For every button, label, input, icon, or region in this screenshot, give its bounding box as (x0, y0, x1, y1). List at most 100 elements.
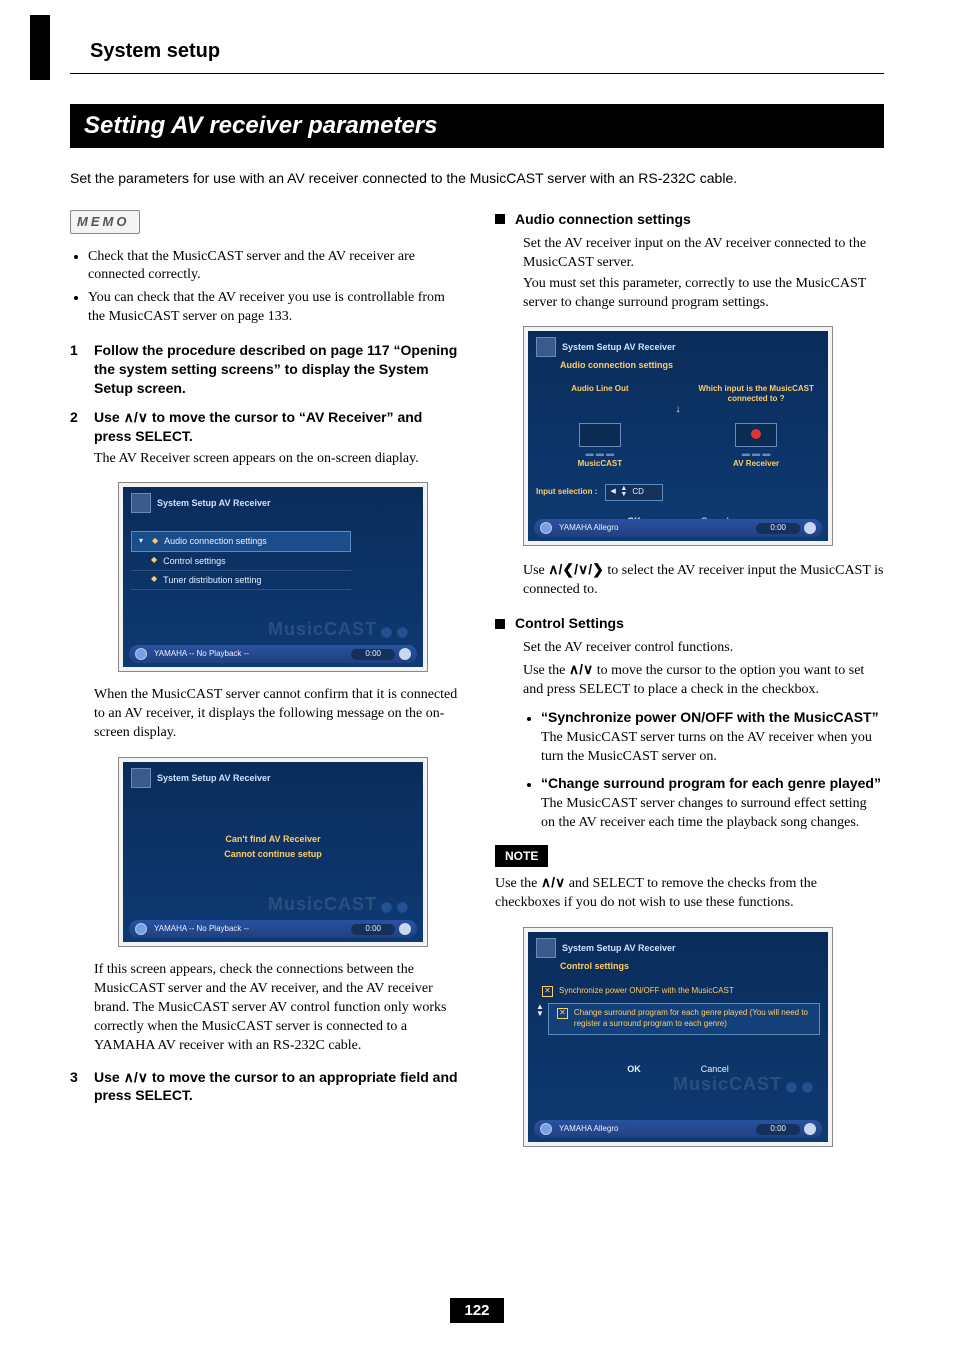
step-number: 1 (70, 341, 94, 398)
diamond-icon: ◆ (151, 555, 157, 566)
watermark: MusicCAST (268, 617, 409, 641)
watermark: MusicCAST (673, 1072, 814, 1096)
between-text: When the MusicCAST server cannot confirm… (94, 686, 459, 743)
breadcrumb-text: System Setup AV Receiver (157, 772, 271, 784)
status-bar: YAMAHA -- No Playback -- 0:00 (129, 645, 417, 663)
page-number: 122 (450, 1298, 503, 1323)
status-time: 0:00 (756, 523, 800, 534)
menu-label: Tuner distribution setting (163, 574, 261, 586)
memo-item: Check that the MusicCAST server and the … (88, 248, 459, 286)
watermark: MusicCAST (268, 892, 409, 916)
ok-button[interactable]: OK (627, 1063, 641, 1075)
screenshot-control-settings: System Setup AV Receiver Control setting… (523, 927, 833, 1147)
arrow-glyph: ∧/∨ (124, 1069, 148, 1085)
breadcrumb-text: System Setup AV Receiver (562, 942, 676, 954)
menu-item-audio-connection[interactable]: ▾ ◆ Audio connection settings (131, 531, 351, 551)
screen-breadcrumb: System Setup AV Receiver (131, 493, 415, 513)
scroll-caret-icon: ▾ (136, 536, 146, 547)
menu-list: ▾ ◆ Audio connection settings ◆ Control … (131, 531, 351, 589)
down-arrow-icon: ↓ (536, 403, 820, 417)
check-row-2-wrap: ▲▼ ✕ Change surround program for each ge… (536, 1003, 820, 1035)
menu-label: Control settings (163, 555, 226, 567)
menu-item-control-settings[interactable]: ◆ Control settings (131, 552, 351, 571)
status-time: 0:00 (351, 649, 395, 660)
note-a: Use the (495, 876, 541, 891)
square-icon (495, 214, 505, 224)
cs-bullet-1: “Synchronize power ON/OFF with the Music… (541, 708, 884, 767)
right-column: Audio connection settings Set the AV rec… (495, 210, 884, 1161)
screen-breadcrumb: System Setup AV Receiver (131, 768, 415, 788)
memo-item: You can check that the AV receiver you u… (88, 289, 459, 327)
menu-item-tuner-dist[interactable]: ◆ Tuner distribution setting (131, 571, 351, 590)
input-selection-row: Input selection : ▲▼ CD (536, 484, 820, 501)
columns: MEMO Check that the MusicCAST server and… (70, 210, 884, 1161)
arrow-glyph: ∧/∨ (569, 661, 593, 677)
arrow-glyph: ∧/∨ (124, 409, 148, 425)
step-number: 2 (70, 408, 94, 1056)
device-musiccast: ▬ ▬ ▬ MusicCAST (536, 423, 664, 471)
cs-title: Control Settings (515, 614, 624, 633)
device-icon (579, 423, 621, 447)
bullet-body: The MusicCAST server changes to surround… (541, 796, 867, 830)
check-row-2[interactable]: ✕ Change surround program for each genre… (548, 1003, 820, 1035)
step-body: Use ∧/∨ to move the cursor to an appropr… (94, 1068, 459, 1106)
input-selection-field[interactable]: ▲▼ CD (605, 484, 663, 501)
side-tab (30, 15, 50, 80)
checkbox-icon[interactable]: ✕ (557, 1008, 568, 1019)
which-input-label: Which input is the MusicCAST connected t… (692, 384, 820, 406)
grip-icon (399, 923, 411, 935)
device-feet: ▬ ▬ ▬ (536, 449, 664, 460)
menu-label: Audio connection settings (164, 535, 267, 547)
cs-body: Set the AV receiver control functions. U… (523, 639, 884, 833)
status-text: YAMAHA Allegro (559, 1124, 618, 1135)
error-message: Can't find AV Receiver Cannot continue s… (123, 832, 423, 861)
check-row-1[interactable]: ✕ Synchronize power ON/OFF with the Musi… (542, 986, 820, 997)
status-icon (135, 923, 147, 935)
bullet-title: “Synchronize power ON/OFF with the Music… (541, 709, 879, 725)
header-rule (70, 73, 884, 74)
screenshot-audio-connection: System Setup AV Receiver Audio connectio… (523, 326, 833, 546)
error-line-1: Can't find AV Receiver (123, 832, 423, 846)
acs-p1: Set the AV receiver input on the AV rece… (523, 235, 884, 273)
step-title-b: to move the cursor to an appropriate fie… (94, 1069, 458, 1104)
arrow-glyph: ∧/❮/∨/❯ (548, 561, 604, 577)
acs-body: Set the AV receiver input on the AV rece… (523, 235, 884, 600)
status-time: 0:00 (351, 924, 395, 935)
acs-p2: You must set this parameter, correctly t… (523, 275, 884, 313)
screenshot-av-receiver-menu: System Setup AV Receiver ▾ ◆ Audio conne… (118, 482, 428, 672)
page-title: Setting AV receiver parameters (70, 104, 884, 148)
cs-heading: Control Settings (495, 614, 884, 633)
memo-list: Check that the MusicCAST server and the … (70, 248, 459, 328)
cs-bullets: “Synchronize power ON/OFF with the Music… (523, 708, 884, 833)
diamond-icon: ◆ (152, 536, 158, 547)
device-caption: MusicCAST (536, 459, 664, 470)
step-title: Follow the procedure described on page 1… (94, 341, 459, 398)
bullet-body: The MusicCAST server turns on the AV rec… (541, 730, 872, 764)
grip-icon (804, 522, 816, 534)
input-value: CD (632, 487, 644, 496)
step-body: Follow the procedure described on page 1… (94, 341, 459, 398)
page: System setup Setting AV receiver paramet… (0, 0, 954, 1351)
screen: System Setup AV Receiver Can't find AV R… (123, 762, 423, 942)
cs-p1: Set the AV receiver control functions. (523, 639, 884, 658)
after-error-text: If this screen appears, check the connec… (94, 961, 459, 1055)
status-icon (540, 1123, 552, 1135)
status-time: 0:00 (756, 1124, 800, 1135)
screenshot-error: System Setup AV Receiver Can't find AV R… (118, 757, 428, 947)
cs-bullet-2: “Change surround program for each genre … (541, 774, 884, 833)
devices-row: ▬ ▬ ▬ MusicCAST ▬ ▬ ▬ AV Receiver (536, 423, 820, 471)
acs-labels: Audio Line Out Which input is the MusicC… (536, 384, 820, 406)
breadcrumb-text: System Setup AV Receiver (562, 341, 676, 353)
status-text: YAMAHA Allegro (559, 523, 618, 534)
error-line-2: Cannot continue setup (123, 847, 423, 861)
step-2: 2 Use ∧/∨ to move the cursor to “AV Rece… (70, 408, 459, 1056)
memo-label: MEMO (70, 210, 140, 234)
bullet-title: “Change surround program for each genre … (541, 775, 881, 791)
step-body: Use ∧/∨ to move the cursor to “AV Receiv… (94, 408, 459, 1056)
device-caption: AV Receiver (692, 459, 820, 470)
screen-subtitle: Control settings (560, 960, 820, 972)
updown-icon: ▲▼ (620, 486, 627, 497)
checkbox-icon[interactable]: ✕ (542, 986, 553, 997)
status-text: YAMAHA -- No Playback -- (154, 649, 249, 660)
updown-icon: ▲▼ (536, 1003, 544, 1017)
